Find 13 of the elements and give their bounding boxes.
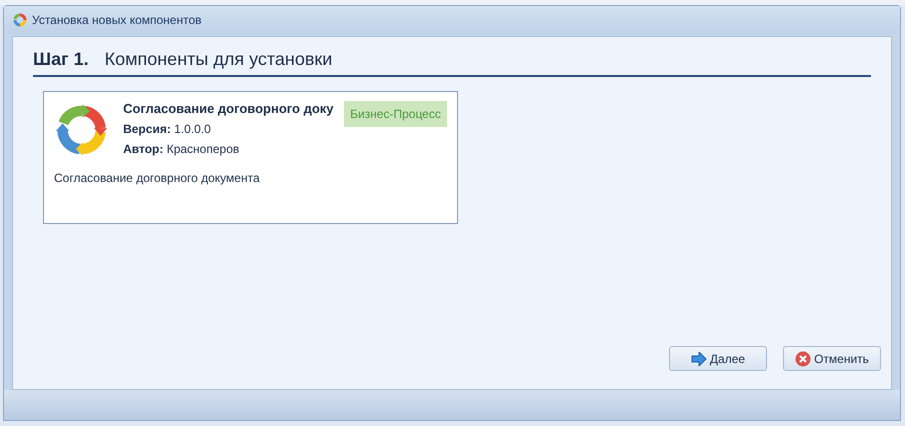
cancel-button[interactable]: Отменить bbox=[783, 346, 881, 371]
author-text: Автор: Красноперов bbox=[123, 142, 240, 156]
type-tag: Бизнес-Процесс bbox=[344, 101, 447, 127]
step-number: Шаг 1. bbox=[33, 49, 89, 70]
cancel-icon bbox=[795, 350, 812, 366]
window-title: Установка новых компонентов bbox=[32, 13, 202, 27]
next-button[interactable]: Далее bbox=[669, 346, 767, 371]
component-card[interactable]: Согласование договорного доку Версия: 1.0.0.0 Автор: Красноперов Бизнес-Процесс Согласование договрного документа bbox=[43, 91, 458, 224]
component-description: Согласование договрного документа bbox=[54, 171, 261, 185]
app-logo-icon bbox=[13, 13, 27, 27]
step-title: Компоненты для установки bbox=[104, 49, 332, 70]
version-text: Версия: 1.0.0.0 bbox=[123, 122, 212, 136]
arrow-right-icon bbox=[690, 352, 707, 366]
